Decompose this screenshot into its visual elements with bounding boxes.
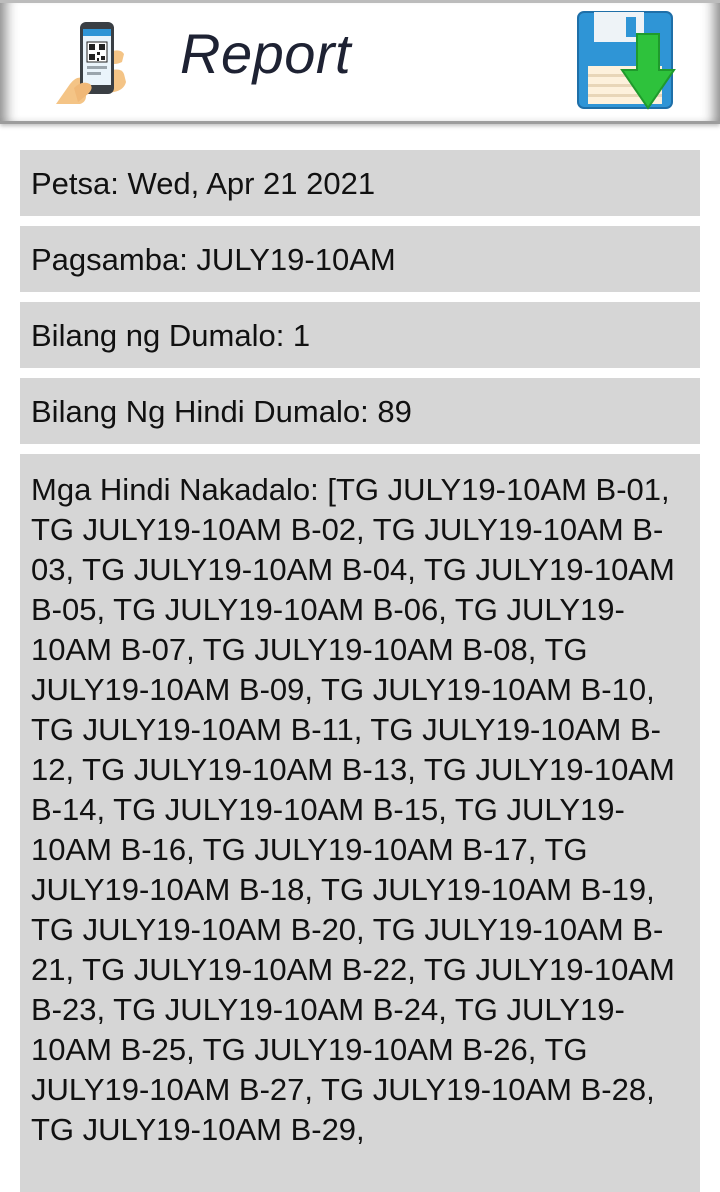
save-download-button[interactable]: [572, 8, 684, 112]
header-top-edge: [0, 0, 720, 3]
app-header: Report: [0, 0, 720, 124]
report-absent-list-row: Mga Hindi Nakadalo: [TG JULY19-10AM B-01…: [20, 454, 700, 1192]
report-content: Petsa: Wed, Apr 21 2021 Pagsamba: JULY19…: [20, 150, 700, 1192]
report-screen: Report Petsa: Wed, Apr 21 2021 Pagsamba:…: [0, 0, 720, 1192]
floppy-disk-download-icon: [577, 11, 676, 110]
report-absent-count-row: Bilang Ng Hindi Dumalo: 89: [20, 378, 700, 444]
page-title: Report: [180, 22, 352, 85]
report-service-row: Pagsamba: JULY19-10AM: [20, 226, 700, 292]
report-date-row: Petsa: Wed, Apr 21 2021: [20, 150, 700, 216]
report-attended-count-row: Bilang ng Dumalo: 1: [20, 302, 700, 368]
phone-qr-code-icon: [56, 22, 126, 104]
